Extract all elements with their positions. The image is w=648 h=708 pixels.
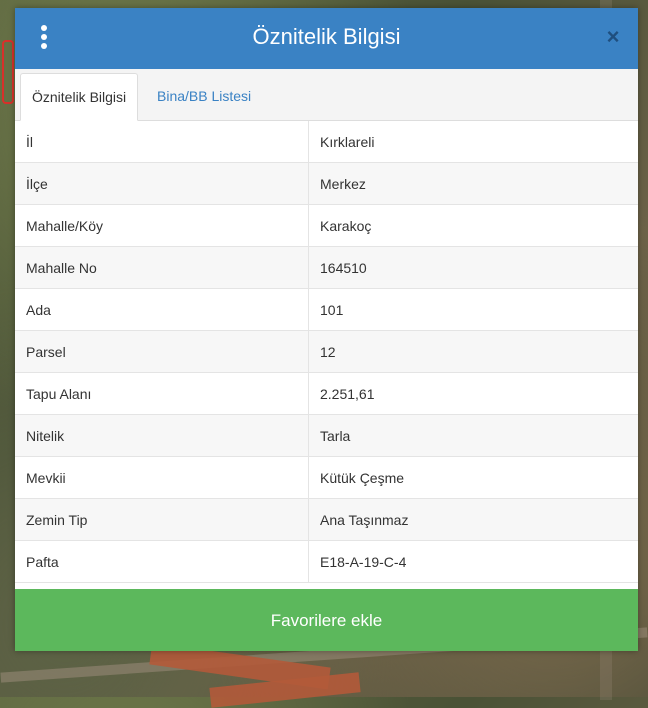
parcel-boundary [2,40,14,104]
attribute-table: İl Kırklareli İlçe Merkez Mahalle/Köy Karak… [15,121,638,583]
attribute-key: İlçe [15,162,309,205]
attribute-key: Parsel [15,330,309,373]
table-row: Zemin Tip Ana Taşınmaz [15,498,638,541]
attribute-value: Merkez [308,162,638,205]
attribute-value: Karakoç [308,204,638,247]
attribute-value: 101 [308,288,638,331]
table-row: Mahalle/Köy Karakoç [15,204,638,247]
table-row: İlçe Merkez [15,162,638,205]
attribute-value: 12 [308,330,638,373]
attribute-value: Kütük Çeşme [308,456,638,499]
tab-building-list[interactable]: Bina/BB Listesi [146,73,262,120]
attribute-key: Mahalle/Köy [15,204,309,247]
attribute-key: Ada [15,288,309,331]
dialog-title: Öznitelik Bilgisi [252,24,401,49]
attribute-value: Tarla [308,414,638,457]
attribute-value: Ana Taşınmaz [308,498,638,541]
table-row: İl Kırklareli [15,121,638,163]
dialog-header: Öznitelik Bilgisi × [15,8,638,69]
tab-attribute-info[interactable]: Öznitelik Bilgisi [20,73,139,121]
attribute-key: Pafta [15,540,309,583]
add-to-favorites-button[interactable]: Favorilere ekle [15,589,638,651]
attribute-key: Tapu Alanı [15,372,309,415]
table-row: Mevkii Kütük Çeşme [15,456,638,499]
attribute-key: Nitelik [15,414,309,457]
close-icon[interactable]: × [602,26,624,48]
table-row: Pafta E18-A-19-C-4 [15,540,638,583]
attribute-key: İl [15,121,309,163]
attribute-value: 164510 [308,246,638,289]
table-row: Parsel 12 [15,330,638,373]
table-row: Ada 101 [15,288,638,331]
attribute-info-dialog: Öznitelik Bilgisi × Öznitelik Bilgisi Bi… [15,8,638,651]
attribute-value: Kırklareli [308,121,638,163]
attribute-key: Zemin Tip [15,498,309,541]
table-row: Tapu Alanı 2.251,61 [15,372,638,415]
attribute-key: Mahalle No [15,246,309,289]
attribute-value: 2.251,61 [308,372,638,415]
attribute-value: E18-A-19-C-4 [308,540,638,583]
table-row: Nitelik Tarla [15,414,638,457]
attribute-key: Mevkii [15,456,309,499]
table-row: Mahalle No 164510 [15,246,638,289]
tab-bar: Öznitelik Bilgisi Bina/BB Listesi [15,69,638,121]
